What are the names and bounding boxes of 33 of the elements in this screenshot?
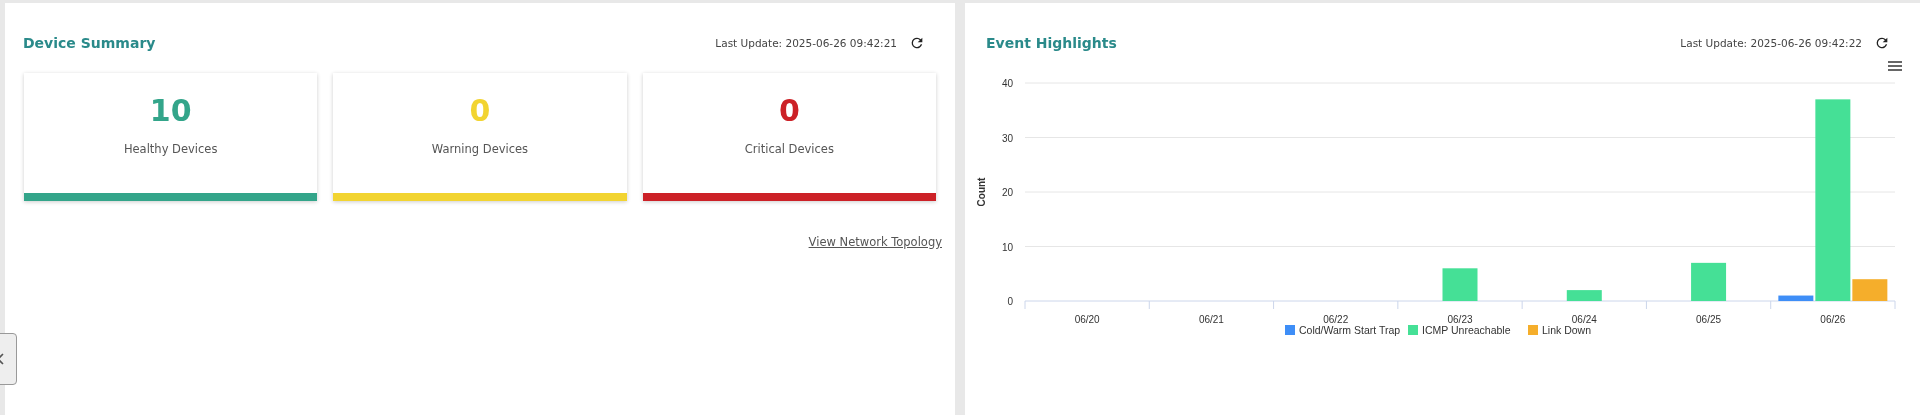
refresh-icon[interactable] [1874,35,1890,51]
bar [1566,290,1602,301]
legend-label[interactable]: ICMP Unreachable [1422,324,1511,336]
card-label: Warning Devices [431,142,529,156]
last-update-text: Last Update: 2025-06-26 09:42:22 [1680,37,1862,49]
y-tick-label: 30 [1001,132,1013,144]
panel-title: Event Highlights [986,35,1117,51]
bar [1442,268,1478,301]
device-count: 0 [778,93,800,128]
legend-label[interactable]: Cold/Warm Start Trap [1299,324,1401,336]
topology-link[interactable]: View Network Topology [808,235,942,249]
x-tick-label: 06/22 [1323,314,1349,325]
bar [1691,262,1727,301]
x-tick-label: 06/24 [1571,314,1597,325]
card-label: Critical Devices [744,142,834,156]
x-tick-label: 06/25 [1696,314,1722,325]
y-tick-label: 40 [1001,78,1013,89]
legend-label[interactable]: Link Down [1542,324,1592,336]
x-tick-label: 06/26 [1820,314,1846,325]
panel-title: Device Summary [23,35,156,51]
menu-icon[interactable] [1888,61,1902,71]
x-tick-label: 06/21 [1198,314,1224,325]
refresh-icon[interactable] [909,35,925,51]
device-count: 0 [469,93,491,128]
card-label: Healthy Devices [123,142,218,156]
last-update-text: Last Update: 2025-06-26 09:42:21 [715,37,897,49]
y-tick-label: 20 [1001,187,1013,198]
device-count: 10 [149,93,192,128]
y-axis-title: Count [976,177,987,207]
x-tick-label: 06/20 [1074,314,1100,325]
x-tick-label: 06/23 [1447,314,1473,325]
y-tick-label: 0 [1007,296,1013,307]
y-tick-label: 10 [1001,241,1013,253]
